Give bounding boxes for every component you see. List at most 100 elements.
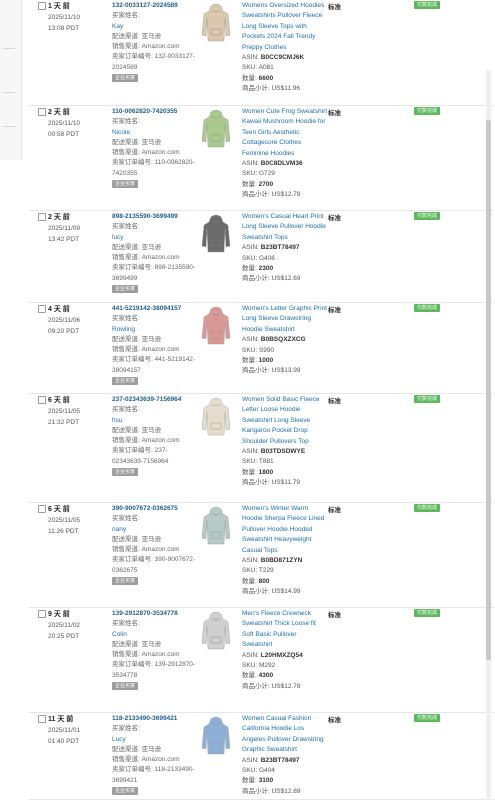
quantity-label: 数量:	[242, 357, 259, 365]
fulfillment-channel: 配送渠道: 亚马逊	[112, 32, 162, 40]
asin-value: B03TDSDWYE	[260, 448, 306, 456]
asin-label: ASIN:	[242, 557, 261, 565]
business-buyer-badge: 企业买家	[112, 577, 139, 586]
order-details: 237-02343639-7156964 买家姓名: hsu 配送渠道: 亚马逊 销售渠…	[112, 395, 210, 477]
asin-value: L20HMXZQ54	[260, 651, 303, 659]
seller-order-number: 卖家订单编号: 118-2133490-	[112, 766, 195, 774]
asin-value: B23BT78497	[260, 244, 300, 252]
order-date: 2025/11/10 13:08 PDT	[48, 12, 80, 34]
product-title-line[interactable]: Angeles Pullover Drawstring	[242, 735, 357, 745]
hoodie-sage-icon[interactable]	[200, 504, 232, 548]
product-title-line[interactable]: Pockets 2024 Fall Trendy	[242, 32, 357, 42]
product-title-line[interactable]: Letter Loose Hoodie	[242, 405, 357, 415]
row-checkbox[interactable]	[38, 396, 46, 404]
buyer-name[interactable]: hsu	[112, 416, 210, 426]
product-title-line[interactable]: Long Sleeve Drawstring	[242, 314, 357, 324]
row-checkbox[interactable]	[38, 715, 46, 723]
order-id-link[interactable]: 237-02343639-7156964	[112, 395, 210, 405]
hoodie-beige-icon[interactable]	[200, 1, 232, 45]
product-title-line[interactable]: Cottagecore Clothes	[242, 138, 357, 148]
asin-value: B0BD871ZYN	[260, 557, 303, 565]
order-id-link[interactable]: 132-0033127-2024589	[112, 1, 210, 11]
hoodie-grey-icon[interactable]	[200, 212, 232, 256]
seller-order-number: 卖家订单编号: 441-5219142-	[112, 356, 196, 364]
subtotal: 商品小计: US$11.96	[242, 85, 301, 93]
product-title-line[interactable]: Shoulder Pullovers Top	[242, 437, 357, 447]
row-checkbox[interactable]	[38, 108, 46, 116]
business-buyer-badge: 企业买家	[112, 682, 139, 691]
sales-channel: 销售渠道: Amazon.com	[112, 149, 180, 157]
product-title-line[interactable]: California Hoodie Los	[242, 724, 357, 734]
hoodie-pink-icon[interactable]	[200, 304, 232, 348]
buyer-label: 买家姓名:	[112, 315, 140, 323]
product-title-line[interactable]: Casual Tops	[242, 546, 357, 556]
product-title-line[interactable]: Teen Girls Aesthetic	[242, 128, 357, 138]
buyer-name[interactable]: Nicole	[112, 128, 210, 138]
hoodie-cream-icon[interactable]	[200, 395, 232, 439]
product-title-line[interactable]: Sweatshirts Pullover Fleece	[242, 11, 357, 21]
row-checkbox[interactable]	[38, 213, 46, 221]
fulfillment-channel: 配送渠道: 亚马逊	[112, 138, 162, 146]
order-age: 4 天 前	[48, 306, 70, 313]
order-id-link[interactable]: 139-2912870-3534778	[112, 609, 210, 619]
product-title-line[interactable]: Hoodie Sweatshirt	[242, 325, 357, 335]
product-title-line[interactable]: Pullover Hoodie Hooded	[242, 525, 357, 535]
sales-channel: 销售渠道: Amazon.com	[112, 546, 180, 554]
order-id-link[interactable]: 118-2133490-3699421	[112, 714, 210, 724]
quantity: 数量: 2300	[242, 264, 357, 274]
row-checkbox[interactable]	[38, 305, 46, 313]
product-title-line[interactable]: Graphic Sweatshirt	[242, 745, 357, 755]
buyer-name[interactable]: Kay	[112, 22, 210, 32]
order-id-link[interactable]: 110-0062820-7420355	[112, 107, 210, 117]
sales-channel: 销售渠道: Amazon.com	[112, 437, 180, 445]
asin: ASIN: B23BT78497	[242, 756, 357, 766]
row-checkbox[interactable]	[38, 505, 46, 513]
asin-label: ASIN:	[242, 448, 261, 456]
product-title-line[interactable]: Preppy Clothes	[242, 43, 357, 53]
product-title-line[interactable]: Kawaii Mushroom Hoodie for	[242, 117, 357, 127]
asin-label: ASIN:	[242, 54, 261, 62]
buyer-name[interactable]: Lucy	[112, 735, 210, 745]
buyer-name[interactable]: nany	[112, 525, 210, 535]
buyer-name[interactable]: lucy	[112, 233, 210, 243]
hoodie-green-icon[interactable]	[200, 107, 232, 151]
product-title-line[interactable]: Hoodie Sherpa Fleece Lined	[242, 514, 357, 524]
order-age: 6 天 前	[48, 506, 70, 513]
sku: SKU: A081	[242, 64, 274, 72]
row-checkbox[interactable]	[38, 610, 46, 618]
seller-order-number-tail: 0362675	[112, 566, 138, 574]
seller-order-number-tail: 3534778	[112, 671, 138, 679]
product-title-line[interactable]: Sweatshirt Tops	[242, 233, 357, 243]
order-age: 2 天 前	[48, 109, 70, 116]
asin-value: B23BT78497	[260, 756, 300, 764]
asin: ASIN: B23BT78497	[242, 243, 357, 253]
product-title-line[interactable]: Sweatshirt Long Sleeve	[242, 416, 357, 426]
product-title-line[interactable]: Feminine Hoodies	[242, 149, 357, 159]
order-id-link[interactable]: 898-2135590-3699499	[112, 212, 210, 222]
buyer-label: 买家姓名:	[112, 620, 140, 628]
order-row: 4 天 前 2025/11/06 09:20 PDT 441-5219142-3809…	[29, 303, 494, 394]
seller-order-number-tail: 38094157	[112, 366, 141, 374]
product-title-line[interactable]: Sweatshirt Thick Loose fit	[242, 619, 357, 629]
product-title-line[interactable]: Long Sleeve Pullover Hoodie	[242, 222, 357, 232]
asin: ASIN: L20HMXZQ54	[242, 651, 357, 661]
product-title-line[interactable]: Sweatshirt	[242, 640, 357, 650]
order-list: 1 天 前 2025/11/10 13:08 PDT 132-0033127-2024…	[29, 0, 494, 800]
row-checkbox[interactable]	[38, 2, 46, 10]
order-id-link[interactable]: 390-9007672-0362675	[112, 504, 210, 514]
buyer-name[interactable]: Colin	[112, 630, 210, 640]
product-title-line[interactable]: Kangaroo Pocket Drop	[242, 426, 357, 436]
scrollbar-thumb[interactable]	[486, 120, 491, 660]
product-title-line[interactable]: Long Sleeve Tops with	[242, 22, 357, 32]
product-title-line[interactable]: Sweatshirt Heavyweight	[242, 535, 357, 545]
seller-order-number: 卖家订单编号: 390-9007672-	[112, 556, 196, 564]
product-title-line[interactable]: Soft Basic Pullover	[242, 630, 357, 640]
sales-channel: 销售渠道: Amazon.com	[112, 254, 180, 262]
asin-label: ASIN:	[242, 651, 261, 659]
sweatshirt-grey-icon[interactable]	[200, 609, 232, 653]
product-details: Womens Oversized Hoodies Sweatshirts Pull…	[242, 1, 357, 95]
order-status-badge: 付款完成	[414, 107, 441, 115]
hoodie-blue-icon[interactable]	[200, 714, 232, 758]
buyer-name[interactable]: Rowling	[112, 325, 210, 335]
order-id-link[interactable]: 441-5219142-38094157	[112, 304, 210, 314]
